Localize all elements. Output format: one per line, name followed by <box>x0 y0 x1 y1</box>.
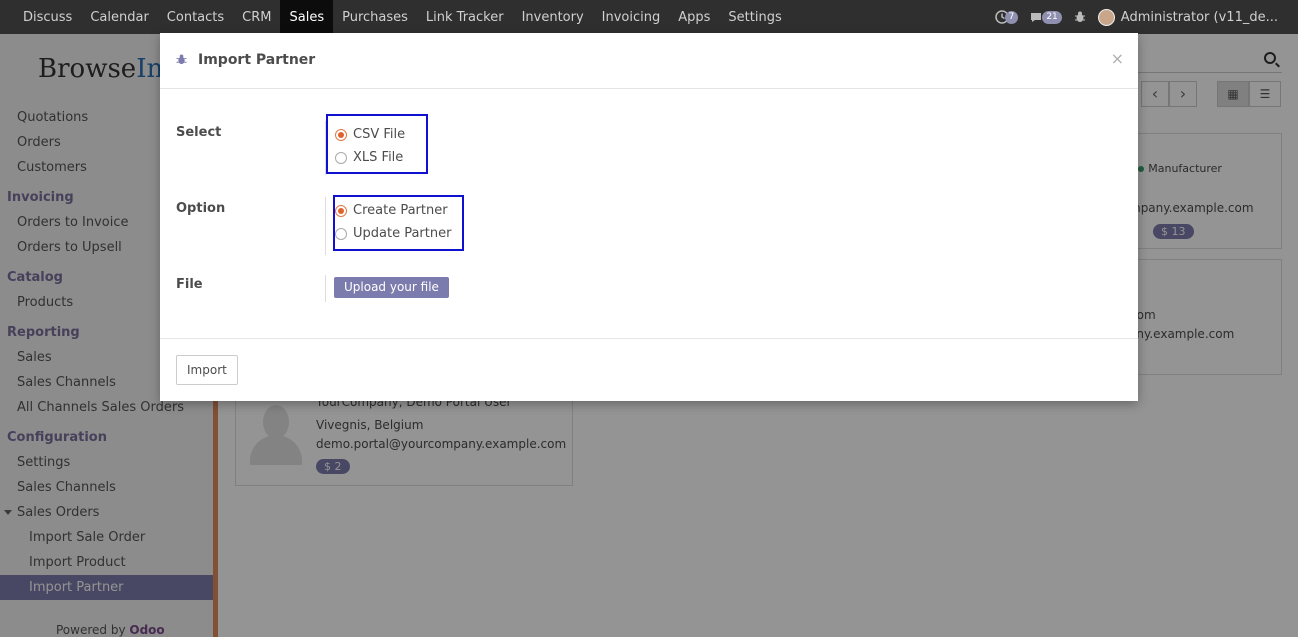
radio-csv-file[interactable]: CSV File <box>335 127 405 142</box>
radio-label: XLS File <box>353 150 404 165</box>
menu-purchases[interactable]: Purchases <box>333 0 417 34</box>
bug-icon[interactable] <box>1074 11 1086 23</box>
menu-invoicing[interactable]: Invoicing <box>593 0 670 34</box>
radio-label: Update Partner <box>353 226 452 241</box>
radio-checked[interactable] <box>335 128 347 141</box>
radio-create-partner[interactable]: Create Partner <box>335 203 448 218</box>
user-menu[interactable]: Administrator (v11_de... <box>1097 8 1278 26</box>
systray: 7 21 Administrator (v11_de... <box>994 0 1278 34</box>
file-label: File <box>176 277 203 292</box>
modal-header: Import Partner × <box>160 33 1138 89</box>
radio-label: CSV File <box>353 127 406 142</box>
close-icon[interactable]: × <box>1111 49 1124 68</box>
top-navbar: Discuss Calendar Contacts CRM Sales Purc… <box>0 0 1298 34</box>
activity-count: 7 <box>1004 10 1019 24</box>
menu-discuss[interactable]: Discuss <box>14 0 81 34</box>
user-name: Administrator (v11_de... <box>1120 9 1278 25</box>
activity-button[interactable]: 7 <box>994 10 1019 24</box>
avatar <box>1097 8 1115 26</box>
option-label: Option <box>176 201 226 216</box>
modal-footer: Import <box>160 338 1138 401</box>
radio-checked[interactable] <box>335 204 347 217</box>
import-button[interactable]: Import <box>176 355 238 385</box>
messages-count: 21 <box>1042 10 1062 24</box>
menu-calendar[interactable]: Calendar <box>81 0 157 34</box>
highlight-box <box>326 114 428 174</box>
radio-update-partner[interactable]: Update Partner <box>335 226 451 241</box>
menu-sales[interactable]: Sales <box>280 0 334 34</box>
radio-xls-file[interactable]: XLS File <box>335 150 403 165</box>
divider <box>325 275 326 302</box>
radio-unchecked[interactable] <box>335 151 347 164</box>
menu-apps[interactable]: Apps <box>669 0 719 34</box>
upload-file-button[interactable]: Upload your file <box>334 277 449 298</box>
menu-inventory[interactable]: Inventory <box>513 0 593 34</box>
menu-link-tracker[interactable]: Link Tracker <box>417 0 513 34</box>
messages-button[interactable]: 21 <box>1030 10 1062 24</box>
radio-label: Create Partner <box>353 203 448 218</box>
menu-crm[interactable]: CRM <box>233 0 280 34</box>
import-partner-dialog: Import Partner × Select CSV File XLS Fil… <box>160 33 1138 401</box>
select-label: Select <box>176 125 222 140</box>
app-menu: Discuss Calendar Contacts CRM Sales Purc… <box>14 0 791 34</box>
menu-contacts[interactable]: Contacts <box>158 0 233 34</box>
modal-title: Import Partner <box>198 52 316 68</box>
menu-settings[interactable]: Settings <box>719 0 790 34</box>
divider <box>325 197 326 255</box>
radio-unchecked[interactable] <box>335 227 347 240</box>
bug-icon <box>176 54 187 65</box>
